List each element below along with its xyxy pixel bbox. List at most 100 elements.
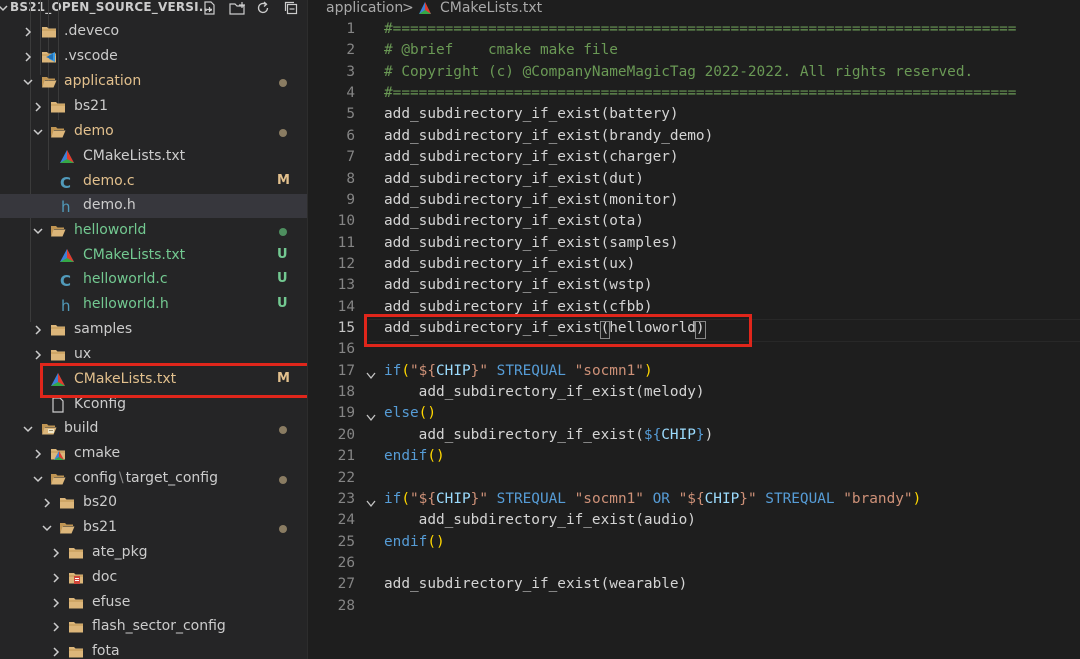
code-line[interactable]: 21 endif() xyxy=(308,447,1080,468)
code-token: add_subdirectory_if_exist(battery) xyxy=(384,106,679,123)
tree-item-bs21[interactable]: bs21 xyxy=(0,95,307,119)
tree-item-cmakelists-txt[interactable]: CMakeLists.txt U xyxy=(0,244,307,268)
breadcrumb-folder[interactable]: application xyxy=(326,0,403,16)
tree-item-helloworld-c[interactable]: Chelloworld.c U xyxy=(0,268,307,292)
line-number: 6 xyxy=(346,127,355,144)
chevron-down-icon[interactable] xyxy=(41,520,53,536)
tree-item-application[interactable]: application xyxy=(0,70,307,94)
chevron-down-icon[interactable] xyxy=(22,74,34,90)
code-line[interactable]: 9 add_subdirectory_if_exist(monitor) xyxy=(308,191,1080,212)
code-line[interactable]: 17 if("${CHIP}" STREQUAL "socmn1") xyxy=(308,362,1080,383)
code-line[interactable]: 4 #======================================… xyxy=(308,84,1080,105)
code-line[interactable]: 6 add_subdirectory_if_exist(brandy_demo) xyxy=(308,127,1080,148)
tree-item-config[interactable]: config \ target_config xyxy=(0,467,307,491)
tree-item-demo-c[interactable]: Cdemo.c M xyxy=(0,170,307,194)
untracked-badge: U xyxy=(277,271,288,286)
tree-item-ate-pkg[interactable]: ate_pkg xyxy=(0,541,307,565)
modified-dot-icon xyxy=(279,79,287,87)
tree-item-demo[interactable]: demo xyxy=(0,120,307,144)
chevron-down-icon[interactable] xyxy=(32,124,44,140)
tree-item-build[interactable]: build xyxy=(0,417,307,441)
line-number: 4 xyxy=(346,85,355,102)
tree-item-samples[interactable]: samples xyxy=(0,318,307,342)
explorer-header: BS21_OPEN_SOURCE_VERSI... xyxy=(0,0,307,20)
chevron-right-icon[interactable] xyxy=(22,49,34,65)
breadcrumb-file[interactable]: CMakeLists.txt xyxy=(440,0,542,16)
code-line[interactable]: 12 add_subdirectory_if_exist(ux) xyxy=(308,255,1080,276)
chevron-down-icon[interactable] xyxy=(0,1,8,15)
code-line[interactable]: 8 add_subdirectory_if_exist(dut) xyxy=(308,170,1080,191)
code-line[interactable]: 7 add_subdirectory_if_exist(charger) xyxy=(308,148,1080,169)
tree-item-label: helloworld.c xyxy=(83,271,168,287)
untracked-badge: U xyxy=(277,296,288,311)
tree-item-deveco[interactable]: .deveco xyxy=(0,20,307,44)
chevron-right-icon[interactable] xyxy=(32,347,44,363)
chevron-down-icon[interactable] xyxy=(32,471,44,487)
chevron-right-icon[interactable] xyxy=(50,570,62,586)
tree-item-doc[interactable]: doc xyxy=(0,566,307,590)
code-line[interactable]: 11 add_subdirectory_if_exist(samples) xyxy=(308,234,1080,255)
new-folder-icon[interactable] xyxy=(229,0,245,15)
modified-badge: M xyxy=(277,173,290,188)
chevron-right-icon[interactable] xyxy=(32,446,44,462)
svg-text:C: C xyxy=(60,272,71,288)
chevron-right-icon[interactable] xyxy=(32,322,44,338)
code-line[interactable]: 24 add_subdirectory_if_exist(audio) xyxy=(308,511,1080,532)
chevron-down-icon[interactable] xyxy=(32,223,44,239)
tree-item-efuse[interactable]: efuse xyxy=(0,591,307,615)
tree-item-vscode[interactable]: .vscode xyxy=(0,45,307,69)
code-line[interactable]: 23 if("${CHIP}" STREQUAL "socmn1" OR "${C… xyxy=(308,490,1080,511)
tree-item-bs21[interactable]: bs21 xyxy=(0,516,307,540)
fold-chevron-icon[interactable] xyxy=(366,368,376,379)
code-token: add_subdirectory_if_exist(cfbb) xyxy=(384,298,653,315)
chevron-right-icon[interactable] xyxy=(50,644,62,659)
chevron-right-icon[interactable] xyxy=(32,99,44,115)
code-line[interactable]: 20 add_subdirectory_if_exist(${CHIP}) xyxy=(308,426,1080,447)
tree-item-label: helloworld xyxy=(74,222,147,238)
tree-item-demo-h[interactable]: h demo.h xyxy=(0,194,307,218)
tree-item-helloworld-h[interactable]: h helloworld.h U xyxy=(0,293,307,317)
folder-icon xyxy=(68,644,84,659)
svg-text:h: h xyxy=(61,297,71,313)
code-token: add_subdirectory_if_exist(ux) xyxy=(384,255,636,272)
code-line[interactable]: 5 add_subdirectory_if_exist(battery) xyxy=(308,105,1080,126)
code-line[interactable]: 2 # @brief cmake make file xyxy=(308,41,1080,62)
line-number: 2 xyxy=(346,42,355,59)
chevron-right-icon[interactable] xyxy=(41,495,53,511)
chevron-down-icon[interactable] xyxy=(22,421,34,437)
code-line[interactable]: 3 # Copyright (c) @CompanyNameMagicTag 20… xyxy=(308,63,1080,84)
tree-item-cmake[interactable]: cmake xyxy=(0,442,307,466)
tree-item-fota[interactable]: fota xyxy=(0,640,307,659)
tree-item-label: doc xyxy=(92,569,118,585)
code-line[interactable]: 19 else() xyxy=(308,404,1080,425)
code-line[interactable]: 28 xyxy=(308,597,1080,618)
code-editor[interactable]: application > CMakeLists.txt 1 #=========… xyxy=(308,0,1080,659)
refresh-icon[interactable] xyxy=(256,0,270,14)
chevron-right-icon[interactable] xyxy=(50,545,62,561)
code-line[interactable]: 22 xyxy=(308,469,1080,490)
folder-icon xyxy=(41,24,57,40)
fold-chevron-icon[interactable] xyxy=(366,496,376,507)
code-line[interactable]: 1 #======================================… xyxy=(308,20,1080,41)
tree-item-bs20[interactable]: bs20 xyxy=(0,491,307,515)
code-token: add_subdirectory_if_exist(melody) xyxy=(384,384,705,401)
code-line[interactable]: 18 add_subdirectory_if_exist(melody) xyxy=(308,383,1080,404)
tree-item-flash-sector-config[interactable]: flash_sector_config xyxy=(0,615,307,639)
chevron-right-icon[interactable] xyxy=(50,619,62,635)
collapse-all-icon[interactable] xyxy=(284,0,298,15)
code-line[interactable]: 10 add_subdirectory_if_exist(ota) xyxy=(308,212,1080,233)
code-line[interactable]: 27 add_subdirectory_if_exist(wearable) xyxy=(308,575,1080,596)
code-line[interactable]: 13 add_subdirectory_if_exist(wstp) xyxy=(308,276,1080,297)
code-token: add_subdirectory_if_exist(dut) xyxy=(384,170,644,187)
code-token: add_subdirectory_if_exist(charger) xyxy=(384,149,679,166)
tree-item-cmakelists-txt[interactable]: CMakeLists.txt xyxy=(0,145,307,169)
new-file-icon[interactable] xyxy=(203,0,217,15)
fold-chevron-icon[interactable] xyxy=(366,410,376,422)
code-token: ) xyxy=(912,490,922,507)
code-line[interactable]: 26 xyxy=(308,554,1080,575)
chevron-right-icon[interactable] xyxy=(50,595,62,611)
code-line[interactable]: 25 endif() xyxy=(308,533,1080,554)
chevron-right-icon[interactable] xyxy=(22,24,34,40)
tree-item-helloworld[interactable]: helloworld xyxy=(0,219,307,243)
